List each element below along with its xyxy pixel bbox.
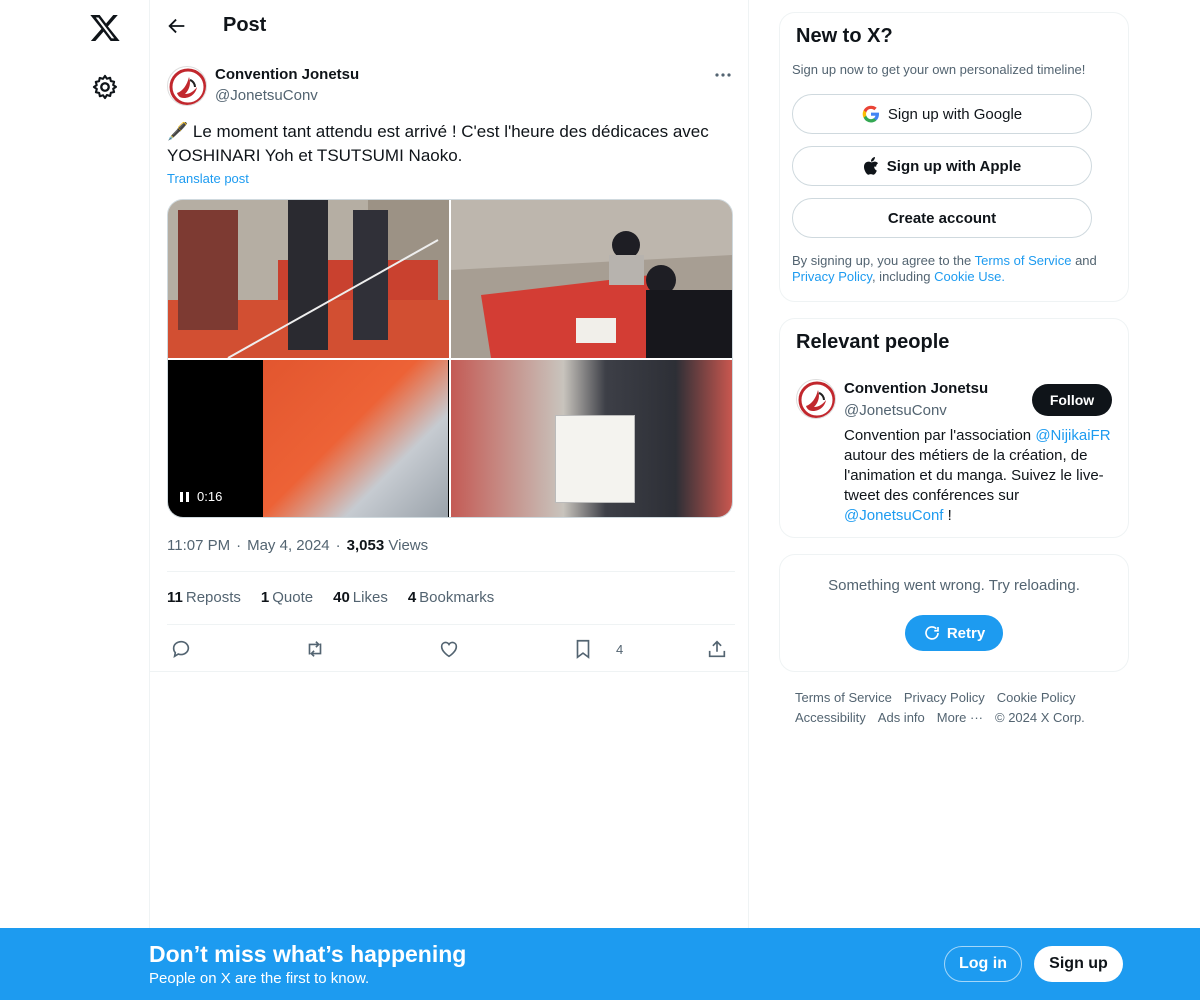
divider — [167, 624, 735, 625]
error-message: Something went wrong. Try reloading. — [828, 577, 1080, 594]
page-header: Post — [150, 0, 748, 53]
tweet-body: Le moment tant attendu est arrivé ! C'es… — [167, 122, 709, 165]
tweet-text: 🖋️ Le moment tant attendu est arrivé ! C… — [167, 120, 737, 168]
media-grid: 0:16 — [167, 199, 733, 518]
jonetsuconf-link[interactable]: @JonetsuConf — [844, 507, 943, 524]
cookie-link[interactable]: Cookie Use. — [934, 269, 1005, 284]
share-icon[interactable] — [706, 638, 728, 660]
divider — [167, 571, 735, 572]
bookmark-count: 4 — [616, 642, 624, 657]
google-signup-button[interactable]: Sign up with Google — [792, 94, 1092, 134]
bookmark-icon[interactable] — [572, 638, 594, 660]
page-title: Post — [223, 14, 267, 36]
more-options-icon[interactable] — [712, 66, 734, 84]
meta-separator: · — [236, 537, 242, 554]
engagement-stats: 11 Reposts 1 Quote 40 Likes 4 Bookmarks — [167, 589, 494, 606]
likes-stat[interactable]: 40 Likes — [333, 589, 388, 606]
footer-copyright: © 2024 X Corp. — [995, 710, 1085, 725]
author-avatar[interactable] — [167, 66, 207, 106]
photo-4[interactable] — [451, 359, 732, 517]
video-controls[interactable]: 0:16 — [180, 487, 222, 507]
relevant-people-card: Relevant people Convention Jonetsu @Jone… — [779, 318, 1129, 538]
like-icon[interactable] — [438, 638, 460, 660]
follow-button[interactable]: Follow — [1032, 384, 1112, 416]
author-name[interactable]: Convention Jonetsu — [215, 66, 359, 83]
views-label: Views — [388, 537, 429, 554]
reposts-stat[interactable]: 11 Reposts — [167, 589, 241, 606]
video-tile[interactable]: 0:16 — [168, 359, 449, 517]
bookmarks-stat[interactable]: 4 Bookmarks — [408, 589, 494, 606]
views-count: 3,053 — [346, 537, 385, 554]
photo-2-scene — [451, 200, 732, 358]
author-handle[interactable]: @JonetsuConv — [215, 87, 318, 104]
signup-card: New to X? Sign up now to get your own pe… — [779, 12, 1129, 302]
nijikai-link[interactable]: @NijikaiFR — [1035, 427, 1110, 444]
quotes-stat[interactable]: 1 Quote — [261, 589, 313, 606]
google-signup-label: Sign up with Google — [887, 105, 1023, 123]
retry-label: Retry — [946, 624, 986, 642]
photo-2[interactable] — [451, 200, 732, 358]
footer-terms[interactable]: Terms of Service — [795, 690, 892, 706]
apple-signup-button[interactable]: Sign up with Apple — [792, 146, 1092, 186]
bottom-signup-bar: Don’t miss what’s happening People on X … — [0, 928, 1200, 1000]
signup-button[interactable]: Sign up — [1034, 946, 1123, 982]
tweet-time[interactable]: 11:07 PM — [167, 537, 230, 554]
footer-cookie[interactable]: Cookie Policy — [997, 690, 1076, 706]
create-account-button[interactable]: Create account — [792, 198, 1092, 238]
divider — [150, 671, 748, 672]
footer-accessibility[interactable]: Accessibility — [795, 710, 866, 726]
signup-subtitle: Sign up now to get your own personalized… — [792, 62, 1086, 77]
relevant-people-title: Relevant people — [796, 331, 950, 353]
repost-icon[interactable] — [304, 638, 326, 660]
signup-legal: By signing up, you agree to the Terms of… — [792, 253, 1097, 284]
left-rail — [0, 0, 150, 1000]
footer-privacy[interactable]: Privacy Policy — [904, 690, 985, 706]
photo-1[interactable] — [168, 200, 449, 358]
meta-separator: · — [335, 537, 341, 554]
create-account-label: Create account — [887, 209, 997, 227]
pen-emoji: 🖋️ — [167, 122, 189, 141]
tweet-date[interactable]: May 4, 2024 — [247, 537, 330, 554]
error-card: Something went wrong. Try reloading. Ret… — [779, 554, 1129, 672]
main-column: Post Convention Jonetsu @JonetsuConv 🖋️ … — [149, 0, 749, 1000]
right-sidebar: New to X? Sign up now to get your own pe… — [779, 12, 1129, 672]
gear-icon[interactable] — [91, 73, 119, 101]
signed-drawing — [555, 414, 635, 503]
action-bar: 4 — [167, 638, 735, 660]
video-frame — [263, 359, 448, 517]
pause-icon[interactable] — [180, 491, 189, 502]
footer-ads-info[interactable]: Ads info — [878, 710, 925, 726]
google-icon — [862, 105, 879, 123]
terms-link[interactable]: Terms of Service — [975, 253, 1072, 268]
relevant-person-name[interactable]: Convention Jonetsu — [844, 380, 988, 397]
retry-button[interactable]: Retry — [905, 615, 1003, 651]
x-logo-icon[interactable] — [89, 12, 121, 44]
video-duration: 0:16 — [197, 489, 223, 504]
tweet-meta: 11:07 PM · May 4, 2024 · 3,053 Views — [167, 537, 428, 554]
refresh-icon — [925, 626, 939, 640]
relevant-person-bio: Convention par l'association @NijikaiFR … — [844, 427, 1111, 524]
translate-post-link[interactable]: Translate post — [167, 171, 249, 186]
relevant-person-avatar[interactable] — [796, 379, 836, 419]
apple-signup-label: Sign up with Apple — [886, 157, 1022, 175]
reply-icon[interactable] — [170, 638, 192, 660]
apple-icon — [863, 157, 878, 175]
footer-links: Terms of Service Privacy Policy Cookie P… — [795, 690, 1115, 726]
login-button[interactable]: Log in — [944, 946, 1022, 982]
bottom-bar-subtitle: People on X are the first to know. — [149, 970, 370, 987]
footer-more[interactable]: More ··· — [937, 710, 983, 726]
relevant-person-handle[interactable]: @JonetsuConv — [844, 402, 947, 419]
back-arrow-icon[interactable] — [166, 15, 188, 37]
bottom-bar-title: Don’t miss what’s happening — [149, 941, 467, 967]
photo-1-scene — [168, 200, 449, 358]
privacy-link[interactable]: Privacy Policy — [792, 269, 872, 284]
signup-title: New to X? — [796, 25, 893, 47]
